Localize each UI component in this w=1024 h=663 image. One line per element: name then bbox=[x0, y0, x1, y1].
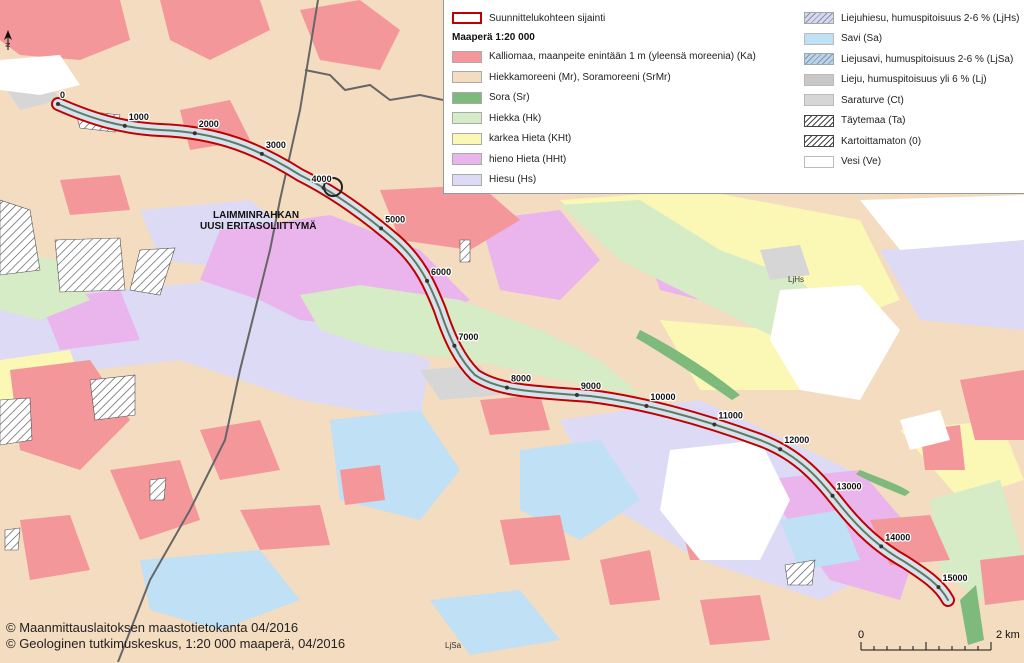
chainage-label: 4000 bbox=[312, 174, 332, 184]
route-swatch bbox=[452, 12, 482, 25]
legend-left-label: Hiekka (Hk) bbox=[489, 112, 542, 124]
chainage-label: 9000 bbox=[581, 381, 601, 391]
legend-route-label: Suunnittelukohteen sijainti bbox=[489, 12, 606, 24]
legend-left-swatch bbox=[452, 91, 482, 104]
legend-right-swatch bbox=[804, 135, 834, 148]
scale-bar: 0 2 km bbox=[856, 628, 1024, 658]
legend-soil-items: Kalliomaa, maanpeite enintään 1 m (yleen… bbox=[452, 47, 756, 191]
legend-right-swatch bbox=[804, 32, 834, 45]
legend-right-label: Saraturve (Ct) bbox=[841, 94, 904, 106]
chainage-label: 15000 bbox=[942, 573, 967, 583]
chainage-point bbox=[122, 123, 127, 128]
chainage-label: 1000 bbox=[129, 112, 149, 122]
legend-right-item: Kartoittamaton (0) bbox=[804, 131, 1019, 152]
chainage-point bbox=[830, 493, 835, 498]
legend-left-item: karkea Hieta (KHt) bbox=[452, 129, 756, 150]
legend-left-swatch bbox=[452, 153, 482, 166]
chainage-point bbox=[644, 403, 649, 408]
legend-right-item: Vesi (Ve) bbox=[804, 152, 1019, 173]
ljsa-label: LjSa bbox=[445, 641, 462, 650]
chainage-label: 11000 bbox=[718, 410, 743, 420]
interchange-label-line1: LAIMMINRAHKAN bbox=[213, 210, 299, 221]
legend-right-label: Vesi (Ve) bbox=[841, 156, 882, 168]
chainage-point bbox=[504, 385, 509, 390]
ljhs-label: LjHs bbox=[788, 275, 804, 284]
chainage-point bbox=[425, 278, 430, 283]
chainage-point bbox=[192, 131, 197, 136]
map-credits: © Maanmittauslaitoksen maastotietokanta … bbox=[6, 620, 345, 652]
chainage-label: 8000 bbox=[511, 374, 531, 384]
legend-right-label: Lieju, humuspitoisuus yli 6 % (Lj) bbox=[841, 74, 987, 86]
legend-right-item: Savi (Sa) bbox=[804, 29, 1019, 50]
chainage-label: 7000 bbox=[458, 332, 478, 342]
legend-left-label: Kalliomaa, maanpeite enintään 1 m (yleen… bbox=[489, 51, 756, 63]
legend-right-swatch bbox=[804, 73, 834, 86]
map-legend: Suunnittelukohteen sijainti Maaperä 1:20… bbox=[443, 0, 1024, 194]
chainage-label: 6000 bbox=[431, 267, 451, 277]
legend-right-label: Täytemaa (Ta) bbox=[841, 115, 906, 127]
legend-left-label: Hiekkamoreeni (Mr), Soramoreeni (SrMr) bbox=[489, 71, 671, 83]
scale-end-label: 2 km bbox=[996, 629, 1020, 641]
legend-left-swatch bbox=[452, 132, 482, 145]
credit-line-2: © Geologinen tutkimuskeskus, 1:20 000 ma… bbox=[6, 636, 346, 651]
legend-section-title: Maaperä 1:20 000 bbox=[452, 32, 535, 43]
legend-left-label: hieno Hieta (HHt) bbox=[489, 153, 567, 165]
legend-right-label: Liejuhiesu, humuspitoisuus 2-6 % (LjHs) bbox=[841, 12, 1020, 24]
legend-left-item: Sora (Sr) bbox=[452, 88, 756, 109]
legend-left-item: Hiekka (Hk) bbox=[452, 108, 756, 129]
north-label: N bbox=[6, 43, 12, 47]
legend-left-swatch bbox=[452, 71, 482, 84]
chainage-point bbox=[56, 102, 60, 106]
legend-left-label: karkea Hieta (KHt) bbox=[489, 133, 572, 145]
chainage-point bbox=[936, 585, 941, 590]
chainage-label: 3000 bbox=[266, 140, 286, 150]
chainage-label: 12000 bbox=[784, 435, 809, 445]
legend-right-item: Liejusavi, humuspitoisuus 2-6 % (LjSa) bbox=[804, 49, 1019, 70]
interchange-label-line2: UUSI ERITASOLIITTYMÄ bbox=[200, 219, 316, 232]
chainage-point bbox=[452, 343, 457, 348]
legend-right-item: Täytemaa (Ta) bbox=[804, 111, 1019, 132]
chainage-label: 0 bbox=[60, 90, 65, 100]
legend-right-item: Lieju, humuspitoisuus yli 6 % (Lj) bbox=[804, 70, 1019, 91]
legend-right-item: Saraturve (Ct) bbox=[804, 90, 1019, 111]
legend-right-label: Liejusavi, humuspitoisuus 2-6 % (LjSa) bbox=[841, 53, 1014, 65]
legend-left-item: hieno Hieta (HHt) bbox=[452, 149, 756, 170]
legend-left-label: Hiesu (Hs) bbox=[489, 174, 537, 186]
legend-right-label: Kartoittamaton (0) bbox=[841, 135, 922, 147]
legend-left-column: Suunnittelukohteen sijainti Maaperä 1:20… bbox=[452, 8, 756, 190]
chainage-point bbox=[778, 447, 783, 452]
scale-start-label: 0 bbox=[858, 629, 864, 641]
legend-right-swatch bbox=[804, 114, 834, 127]
chainage-point bbox=[379, 226, 384, 231]
legend-right-swatch bbox=[804, 53, 834, 66]
legend-right-column: Liejuhiesu, humuspitoisuus 2-6 % (LjHs) S… bbox=[804, 8, 1019, 172]
legend-right-item: Liejuhiesu, humuspitoisuus 2-6 % (LjHs) bbox=[804, 8, 1019, 29]
legend-left-swatch bbox=[452, 50, 482, 63]
scale-bar-graphic: 0 2 km bbox=[858, 629, 1020, 651]
legend-route-item: Suunnittelukohteen sijainti bbox=[452, 8, 756, 29]
legend-left-item: Hiesu (Hs) bbox=[452, 170, 756, 191]
legend-left-item: Hiekkamoreeni (Mr), Soramoreeni (SrMr) bbox=[452, 67, 756, 88]
legend-right-label: Savi (Sa) bbox=[841, 33, 883, 45]
chainage-point bbox=[712, 422, 717, 427]
legend-left-item: Kalliomaa, maanpeite enintään 1 m (yleen… bbox=[452, 47, 756, 68]
legend-left-swatch bbox=[452, 173, 482, 186]
chainage-point bbox=[574, 393, 579, 398]
legend-left-label: Sora (Sr) bbox=[489, 92, 530, 104]
chainage-point bbox=[321, 185, 326, 190]
legend-right-swatch bbox=[804, 155, 834, 168]
chainage-label: 5000 bbox=[385, 214, 405, 224]
credit-line-1: © Maanmittauslaitoksen maastotietokanta … bbox=[6, 620, 299, 635]
chainage-label: 13000 bbox=[837, 482, 862, 492]
legend-right-swatch bbox=[804, 12, 834, 25]
chainage-label: 10000 bbox=[650, 392, 675, 402]
legend-right-swatch bbox=[804, 94, 834, 107]
legend-left-swatch bbox=[452, 112, 482, 125]
chainage-point bbox=[259, 151, 264, 156]
chainage-point bbox=[879, 544, 884, 549]
chainage-label: 2000 bbox=[199, 119, 219, 129]
chainage-label: 14000 bbox=[885, 532, 910, 542]
